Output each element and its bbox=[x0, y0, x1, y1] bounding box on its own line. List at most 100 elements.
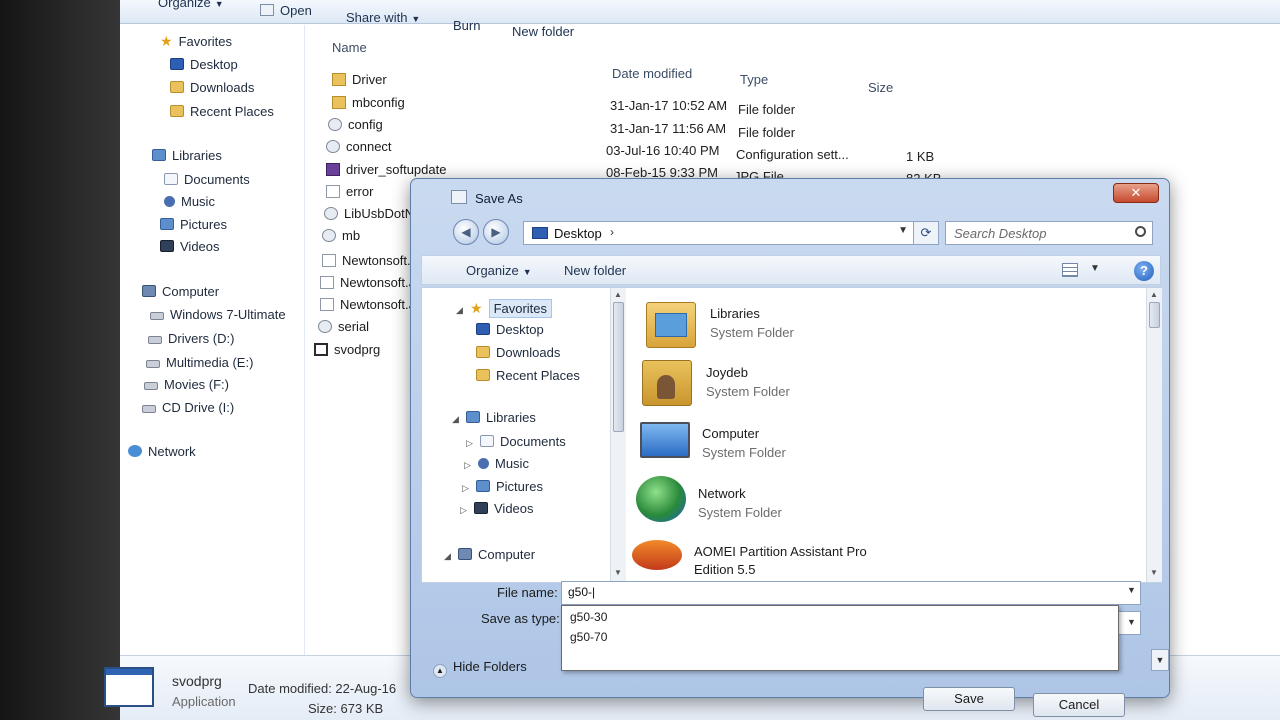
chevron-down-icon[interactable]: ▼ bbox=[1127, 617, 1136, 627]
nav-computer[interactable]: Computer bbox=[142, 284, 219, 299]
address-bar[interactable]: Desktop › ▼ bbox=[523, 221, 915, 245]
file-row[interactable]: svodprg bbox=[314, 342, 380, 357]
nav-documents[interactable]: Documents bbox=[164, 172, 250, 187]
file-row[interactable]: mb bbox=[322, 228, 360, 243]
file-row[interactable]: Driver bbox=[332, 72, 387, 87]
libraries-icon[interactable] bbox=[646, 302, 696, 348]
forward-button[interactable]: ▶ bbox=[483, 219, 509, 245]
autocomplete-item[interactable]: g50-70 bbox=[570, 630, 607, 644]
dialog-nav-downloads[interactable]: Downloads bbox=[476, 345, 560, 360]
nav-scrollbar[interactable]: ▲ ▼ bbox=[610, 288, 626, 582]
help-icon[interactable]: ? bbox=[1134, 261, 1154, 281]
documents-icon bbox=[480, 435, 494, 447]
content-scroll-thumb[interactable] bbox=[1149, 302, 1160, 328]
network-icon[interactable] bbox=[636, 476, 686, 522]
scroll-down-icon[interactable]: ▼ bbox=[1150, 568, 1158, 577]
file-row[interactable]: driver_softupdate bbox=[326, 162, 446, 177]
nav-downloads[interactable]: Downloads bbox=[170, 80, 254, 95]
file-name: mb bbox=[342, 228, 361, 243]
nav-desktop[interactable]: Desktop bbox=[170, 57, 238, 72]
column-header-name[interactable]: Name bbox=[332, 40, 367, 55]
cancel-button[interactable]: Cancel bbox=[1033, 693, 1125, 717]
open-button[interactable]: Open bbox=[260, 3, 312, 18]
collapse-arrow-icon[interactable]: ◢ bbox=[444, 551, 454, 562]
save-button[interactable]: Save bbox=[923, 687, 1015, 711]
nav-pictures[interactable]: Pictures bbox=[160, 217, 227, 232]
scroll-up-icon[interactable]: ▲ bbox=[614, 290, 622, 299]
content-item-name[interactable]: Computer bbox=[702, 426, 759, 441]
search-icon[interactable] bbox=[1135, 226, 1146, 237]
nav-network[interactable]: Network bbox=[128, 444, 196, 459]
dialog-nav-computer[interactable]: ◢ Computer bbox=[444, 547, 535, 562]
dialog-nav-music[interactable]: ▷ Music bbox=[464, 456, 529, 471]
content-item-name[interactable]: Joydeb bbox=[706, 365, 748, 380]
expand-arrow-icon[interactable]: ▷ bbox=[464, 460, 474, 471]
collapse-arrow-icon[interactable]: ◢ bbox=[456, 305, 466, 316]
expand-arrow-icon[interactable]: ▷ bbox=[460, 505, 470, 516]
chevron-down-icon[interactable]: ▼ bbox=[1090, 263, 1100, 274]
burn-button[interactable]: Burn bbox=[453, 18, 480, 33]
new-folder-button[interactable]: New folder bbox=[512, 24, 574, 39]
nav-cd-drive[interactable]: CD Drive (I:) bbox=[142, 400, 234, 415]
expand-arrow-icon[interactable]: ▷ bbox=[466, 438, 476, 449]
dialog-nav-documents[interactable]: ▷ Documents bbox=[466, 434, 566, 449]
nav-drive-e[interactable]: Multimedia (E:) bbox=[146, 355, 253, 370]
dialog-nav-recent-places[interactable]: Recent Places bbox=[476, 368, 580, 383]
address-crumb-desktop[interactable]: Desktop bbox=[554, 226, 602, 241]
expand-arrow-icon[interactable]: ▷ bbox=[462, 483, 472, 494]
aomei-partition-icon[interactable] bbox=[632, 540, 682, 570]
search-input[interactable]: Search Desktop bbox=[954, 226, 1047, 241]
config-icon bbox=[322, 229, 336, 242]
dialog-nav-desktop[interactable]: Desktop bbox=[476, 322, 544, 337]
autocomplete-item[interactable]: g50-30 bbox=[570, 610, 607, 624]
file-row[interactable]: connect bbox=[326, 139, 392, 154]
file-row[interactable]: error bbox=[326, 184, 373, 199]
refresh-button[interactable]: ⟳ bbox=[913, 221, 939, 245]
column-header-type[interactable]: Type bbox=[740, 72, 768, 87]
content-item-name[interactable]: Network bbox=[698, 486, 746, 501]
file-name: svodprg bbox=[334, 342, 381, 357]
content-scrollbar[interactable]: ▲ ▼ bbox=[1146, 288, 1162, 582]
nav-favorites[interactable]: ★ Favorites bbox=[160, 33, 232, 50]
content-item-name[interactable]: Libraries bbox=[710, 306, 760, 321]
back-button[interactable]: ◀ bbox=[453, 219, 479, 245]
computer-icon[interactable] bbox=[640, 422, 690, 458]
file-name-input[interactable]: g50-| bbox=[561, 581, 1141, 605]
chevron-down-icon[interactable]: ▼ bbox=[898, 225, 908, 236]
hide-folders-button[interactable]: ▲ Hide Folders bbox=[433, 659, 527, 678]
dialog-nav-libraries[interactable]: ◢ Libraries bbox=[452, 410, 536, 425]
column-header-date-modified[interactable]: Date modified bbox=[612, 66, 692, 81]
column-header-size[interactable]: Size bbox=[868, 80, 893, 95]
file-row[interactable]: mbconfig bbox=[332, 95, 405, 110]
nav-drive-c[interactable]: Windows 7-Ultimate bbox=[150, 307, 286, 322]
dialog-nav-pictures[interactable]: ▷ Pictures bbox=[462, 479, 543, 494]
dialog-new-folder-button[interactable]: New folder bbox=[564, 263, 626, 278]
dialog-nav-favorites[interactable]: ◢ ★ Favorites bbox=[456, 299, 553, 318]
search-box[interactable]: Search Desktop bbox=[945, 221, 1153, 245]
nav-scroll-thumb[interactable] bbox=[613, 302, 624, 432]
nav-recent-places[interactable]: Recent Places bbox=[170, 104, 274, 119]
application-icon-titlebar bbox=[106, 669, 152, 675]
dropdown-button[interactable]: ▼ bbox=[1151, 649, 1169, 671]
chevron-down-icon[interactable]: ▼ bbox=[1127, 585, 1136, 595]
share-with-button[interactable]: Share with ▼ bbox=[346, 10, 420, 25]
scroll-down-icon[interactable]: ▼ bbox=[614, 568, 622, 577]
organize-button[interactable]: Organize ▼ bbox=[158, 0, 224, 10]
user-folder-icon[interactable] bbox=[642, 360, 692, 406]
file-row[interactable]: config bbox=[328, 117, 383, 132]
close-button[interactable]: ✕ bbox=[1113, 183, 1159, 203]
nav-drive-d[interactable]: Drivers (D:) bbox=[148, 331, 234, 346]
nav-libraries[interactable]: Libraries bbox=[152, 148, 222, 163]
content-item-name[interactable]: AOMEI Partition Assistant Pro bbox=[694, 544, 867, 559]
file-row[interactable]: serial bbox=[318, 319, 369, 334]
nav-drive-f[interactable]: Movies (F:) bbox=[144, 377, 229, 392]
chevron-right-icon[interactable]: › bbox=[610, 225, 614, 239]
dialog-organize-button[interactable]: Organize ▼ bbox=[466, 263, 532, 278]
nav-music[interactable]: Music bbox=[164, 194, 215, 209]
scroll-up-icon[interactable]: ▲ bbox=[1150, 290, 1158, 299]
view-options-icon[interactable] bbox=[1062, 263, 1078, 277]
nav-videos[interactable]: Videos bbox=[160, 239, 220, 254]
dialog-nav-videos[interactable]: ▷ Videos bbox=[460, 501, 534, 516]
collapse-arrow-icon[interactable]: ◢ bbox=[452, 414, 462, 425]
drive-icon bbox=[144, 382, 158, 390]
